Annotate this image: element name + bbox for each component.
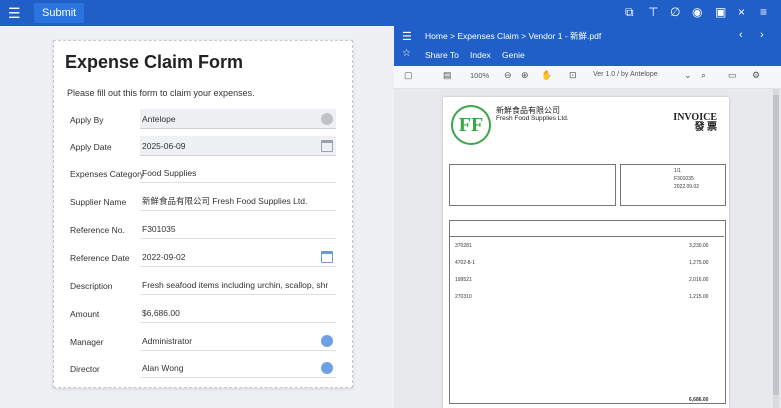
invoice-info-box [620,164,726,206]
avatar-icon [321,113,333,125]
line-item-amount: 2,016.00 [689,277,709,283]
invoice-no: F301035 [674,176,694,182]
comment-icon[interactable]: ▭ [728,70,737,81]
chevron-down-icon[interactable]: ⌄ [684,70,692,81]
field-label: Reference Date [70,253,130,263]
expense-claim-form: Expense Claim Form Please fill out this … [53,40,353,388]
tab-share-to[interactable]: Share To [425,50,459,60]
field-description: Description Fresh seafood items includin… [67,275,339,297]
reference-no-input[interactable]: F301035 [140,219,336,239]
zoom-select[interactable]: 100% [470,71,489,80]
pin-icon[interactable]: ⊤ [648,5,658,19]
eye-icon[interactable]: ◉ [692,5,702,19]
avatar-icon[interactable] [321,362,333,374]
company-logo: FF [451,105,491,145]
attach-icon[interactable]: ∅ [670,5,680,19]
fullscreen-icon[interactable]: ▣ [715,5,726,19]
field-label: Description [70,281,113,291]
submit-button[interactable]: Submit [34,3,85,23]
pdf-scrollbar[interactable] [773,89,779,408]
calendar-icon[interactable] [321,140,333,152]
pdf-viewer: FF 新鮮食品有限公司 Fresh Food Supplies Ltd. INV… [394,89,781,408]
zoom-out-icon[interactable]: ⊖ [504,70,512,81]
menu-icon[interactable]: ☰ [402,30,412,43]
invoice-total: 6,686.00 [689,397,709,403]
pdf-page: FF 新鮮食品有限公司 Fresh Food Supplies Ltd. INV… [443,97,729,408]
invoice-cn: 發 票 [694,122,718,133]
close-icon[interactable]: × [738,5,745,19]
amount-input[interactable]: $6,686.00 [140,303,336,323]
calendar-icon[interactable] [321,251,333,263]
invoice-heading: INVOICE 發 票 [673,113,717,133]
line-item-code: 199521 [455,277,472,283]
field-manager: Manager Administrator [67,331,339,353]
pdf-pane: ☰ Home > Expenses Claim > Vendor 1 - 新鮮.… [394,26,781,408]
avatar-icon[interactable] [321,335,333,347]
version-select[interactable]: Ver 1.0 / by Antelope [593,71,658,78]
field-reference-no: Reference No. F301035 [67,219,339,241]
line-item-amount: 1,275.00 [689,260,709,266]
hand-tool-icon[interactable]: ✋ [541,70,552,81]
field-label: Apply By [70,115,104,125]
settings-icon[interactable]: ⚙ [752,70,760,81]
star-icon[interactable]: ☆ [402,48,411,59]
pdf-toolbar: ▢ ▤ 100% ⊖ ⊕ ✋ ⊡ Ver 1.0 / by Antelope ⌄… [394,66,781,89]
field-label: Expenses Category [70,169,145,179]
field-expenses-category: Expenses Category Food Supplies [67,163,339,185]
window-icon[interactable]: ⧉ [625,5,634,20]
pdf-nav: ☰ Home > Expenses Claim > Vendor 1 - 新鮮.… [394,26,781,66]
fit-page-icon[interactable]: ⊡ [569,70,577,81]
manager-input[interactable]: Administrator [140,331,336,351]
breadcrumb: Home > Expenses Claim > Vendor 1 - 新鮮.pd… [425,31,602,41]
bill-to-box [449,164,616,206]
scrollbar-thumb[interactable] [773,95,779,395]
zoom-in-icon[interactable]: ⊕ [521,70,529,81]
expenses-category-input[interactable]: Food Supplies [140,163,336,183]
field-label: Supplier Name [70,197,127,207]
apply-date-input[interactable]: 2025-06-09 [140,136,336,156]
line-item-code: 4702-8-1 [455,260,476,266]
line-item-amount: 3,230.00 [689,243,709,249]
more-icon[interactable]: ≡ [760,5,767,19]
hamburger-menu-icon[interactable]: ☰ [8,5,21,21]
line-item-code: 370281 [455,243,472,249]
form-intro: Please fill out this form to claim your … [67,88,255,98]
chevron-right-icon[interactable]: › [760,29,764,41]
director-input[interactable]: Alan Wong [140,358,336,378]
table-header-row [449,220,724,237]
line-items-table [449,220,726,404]
search-icon[interactable]: ⌕ [701,70,706,81]
company-name-en: Fresh Food Supplies Ltd. [496,115,569,122]
tab-index[interactable]: Index [470,50,491,60]
field-amount: Amount $6,686.00 [67,303,339,325]
field-label: Apply Date [70,142,112,152]
reference-date-input[interactable]: 2022-09-02 [140,247,336,267]
form-pane: Expense Claim Form Please fill out this … [0,26,394,408]
field-label: Reference No. [70,225,125,235]
sidebar-toggle-icon[interactable]: ▢ [404,70,413,81]
line-item-code: 270310 [455,294,472,300]
tab-genie[interactable]: Genie [502,50,525,60]
apply-by-input[interactable]: Antelope [140,109,336,129]
field-apply-by: Apply By Antelope [67,109,339,131]
field-label: Amount [70,309,100,319]
description-input[interactable]: Fresh seafood items including urchin, sc… [140,275,336,295]
pdf-titlebar: ⧉ ⊤ ∅ ◉ ▣ × ≡ [394,0,781,26]
supplier-name-input[interactable]: 新鮮食品有限公司 Fresh Food Supplies Ltd. [140,191,336,211]
field-label: Director [70,364,100,374]
field-reference-date: Reference Date 2022-09-02 [67,247,339,269]
form-title: Expense Claim Form [65,52,244,72]
field-director: Director Alan Wong [67,358,339,380]
field-supplier-name: Supplier Name 新鮮食品有限公司 Fresh Food Suppli… [67,191,339,213]
thumbnails-icon[interactable]: ▤ [443,70,452,81]
invoice-date: 2022.09.02 [674,184,700,190]
field-label: Manager [70,337,104,347]
line-item-amount: 1,215.00 [689,294,709,300]
chevron-left-icon[interactable]: ‹ [739,29,743,41]
field-apply-date: Apply Date 2025-06-09 [67,136,339,158]
page-no: 1/1 [674,168,681,174]
